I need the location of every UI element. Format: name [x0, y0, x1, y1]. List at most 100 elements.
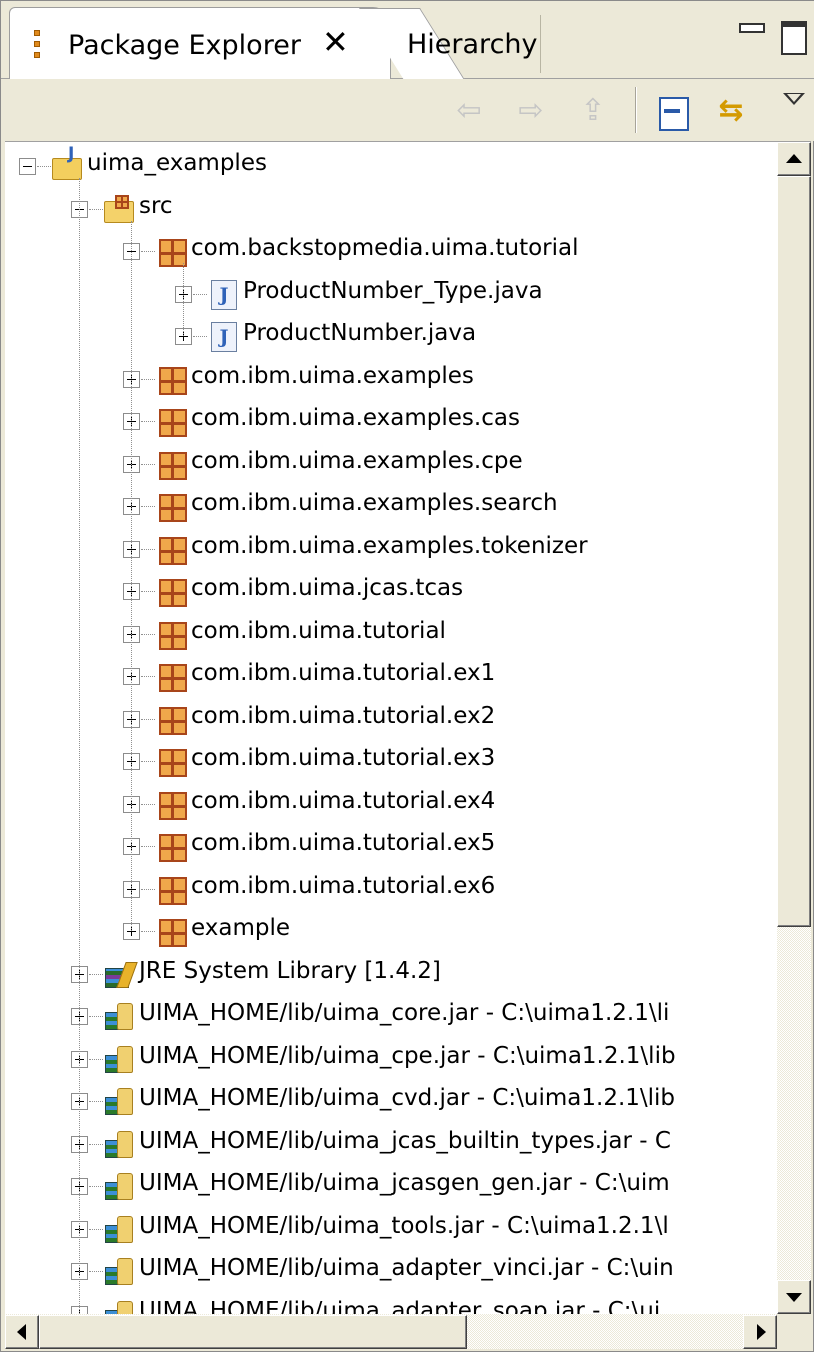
- tree-item[interactable]: com.ibm.uima.tutorial.ex5: [5, 824, 777, 866]
- tree-item[interactable]: com.ibm.uima.examples.search: [5, 484, 777, 526]
- tab-label: Hierarchy: [407, 29, 538, 60]
- collapse-icon[interactable]: [19, 158, 36, 175]
- maximize-icon[interactable]: [781, 19, 807, 55]
- scrollbar-corner: [777, 1314, 811, 1349]
- tree-item-label: example: [191, 915, 290, 941]
- tree-item[interactable]: uima_examples: [5, 144, 777, 186]
- tree-item[interactable]: UIMA_HOME/lib/uima_core.jar - C:\uima1.2…: [5, 994, 777, 1036]
- minimize-icon[interactable]: [739, 19, 765, 49]
- tree-item[interactable]: UIMA_HOME/lib/uima_adapter_vinci.jar - C…: [5, 1249, 777, 1291]
- tree-connector: [89, 973, 103, 975]
- scroll-up-button[interactable]: [777, 142, 811, 176]
- jar-icon: [103, 1130, 133, 1158]
- scroll-left-button[interactable]: [5, 1315, 39, 1349]
- tree-item-label: com.ibm.uima.tutorial.ex2: [191, 702, 496, 729]
- tree-item-label: com.ibm.uima.tutorial.ex6: [191, 872, 496, 899]
- package-icon: [155, 917, 187, 947]
- horizontal-scroll-thumb[interactable]: [39, 1315, 468, 1349]
- scroll-down-button[interactable]: [777, 1280, 811, 1314]
- close-icon[interactable]: ✕: [322, 26, 349, 58]
- tree-item[interactable]: com.ibm.uima.examples.cpe: [5, 442, 777, 484]
- tab-package-explorer[interactable]: Package Explorer ✕: [9, 7, 391, 79]
- tree-item[interactable]: com.ibm.uima.tutorial.ex6: [5, 867, 777, 909]
- tree-connector: [141, 463, 155, 465]
- tree-item[interactable]: com.ibm.uima.examples: [5, 357, 777, 399]
- package-icon: [155, 747, 187, 777]
- scroll-right-button[interactable]: [743, 1315, 777, 1349]
- tree-item[interactable]: com.ibm.uima.jcas.tcas: [5, 569, 777, 611]
- tree-item[interactable]: com.ibm.uima.tutorial.ex1: [5, 654, 777, 696]
- tree-item-label: com.ibm.uima.tutorial.ex1: [191, 660, 496, 686]
- jar-icon: [103, 1257, 133, 1285]
- src-icon: [103, 194, 134, 223]
- tree-item[interactable]: com.ibm.uima.tutorial.ex3: [5, 739, 777, 781]
- tree-connector: [141, 846, 155, 847]
- package-explorer-view: Package Explorer ✕ Hierarchy ⇦ ⇨ ⇪ ⇆ uim…: [0, 0, 814, 1352]
- tree-item-label: UIMA_HOME/lib/uima_adapter_soap.jar - C:…: [139, 1297, 661, 1315]
- tree-item[interactable]: UIMA_HOME/lib/uima_adapter_soap.jar - C:…: [5, 1292, 777, 1315]
- tab-hierarchy[interactable]: Hierarchy: [389, 7, 541, 79]
- tree-item-label: com.ibm.uima.examples: [191, 362, 474, 389]
- tree-connector: [193, 336, 207, 337]
- tree-connector: [141, 803, 155, 805]
- tree-item-label: com.ibm.uima.examples.cpe: [191, 447, 523, 474]
- package-icon: [155, 237, 187, 267]
- tree-connector: [141, 718, 155, 720]
- jar-icon: [103, 1087, 133, 1115]
- up-level-icon[interactable]: ⇪: [573, 91, 613, 131]
- jar-icon: [103, 1215, 133, 1243]
- tree-connector: [141, 548, 155, 550]
- down-arrow-icon: [786, 1293, 802, 1302]
- up-arrow-icon: [786, 154, 802, 163]
- tree-item[interactable]: UIMA_HOME/lib/uima_jcasgen_gen.jar - C:\…: [5, 1164, 777, 1206]
- tree-connector: [89, 208, 103, 210]
- tree-guide-line: [79, 178, 80, 1314]
- tree-item-label: src: [139, 192, 173, 219]
- tree-connector: [89, 1271, 103, 1272]
- tree-connector: [141, 591, 155, 592]
- vertical-scrollbar[interactable]: [777, 142, 811, 1314]
- tree-item[interactable]: JRE System Library [1.4.2]: [5, 952, 777, 994]
- tree-item[interactable]: UIMA_HOME/lib/uima_tools.jar - C:\uima1.…: [5, 1207, 777, 1249]
- tree-connector: [89, 1016, 103, 1017]
- tree-item[interactable]: UIMA_HOME/lib/uima_cpe.jar - C:\uima1.2.…: [5, 1037, 777, 1079]
- tree-item[interactable]: example: [5, 909, 777, 951]
- back-arrow-icon[interactable]: ⇦: [449, 91, 489, 131]
- tree-connector: [141, 251, 155, 252]
- tree-connector: [141, 761, 155, 762]
- tree-item[interactable]: ProductNumber.java: [5, 314, 777, 356]
- forward-arrow-icon[interactable]: ⇨: [511, 91, 551, 131]
- tree-connector: [193, 293, 207, 295]
- tree-item[interactable]: com.ibm.uima.tutorial.ex4: [5, 782, 777, 824]
- tree-item[interactable]: com.ibm.uima.tutorial.ex2: [5, 697, 777, 739]
- collapse-all-icon[interactable]: [653, 91, 693, 131]
- tree-item[interactable]: com.ibm.uima.examples.tokenizer: [5, 527, 777, 569]
- link-with-editor-icon[interactable]: ⇆: [711, 91, 751, 131]
- tree-item-label: com.ibm.uima.tutorial: [191, 617, 446, 644]
- package-icon: [155, 662, 187, 692]
- package-icon: [155, 620, 187, 650]
- tree-item-label: UIMA_HOME/lib/uima_tools.jar - C:\uima1.…: [139, 1212, 669, 1239]
- tree-item[interactable]: com.backstopmedia.uima.tutorial: [5, 229, 777, 271]
- tree-connector: [89, 1143, 103, 1145]
- view-menu-icon[interactable]: [775, 91, 814, 131]
- tree-item[interactable]: com.ibm.uima.examples.cas: [5, 399, 777, 441]
- tree-guide-line: [131, 220, 132, 931]
- tree-item[interactable]: ProductNumber_Type.java: [5, 272, 777, 314]
- horizontal-scrollbar[interactable]: [5, 1314, 811, 1349]
- tree-item-label: com.ibm.uima.tutorial.ex5: [191, 830, 496, 856]
- tree-item[interactable]: src: [5, 187, 777, 229]
- tree-item[interactable]: com.ibm.uima.tutorial: [5, 612, 777, 654]
- tab-strip: Package Explorer ✕ Hierarchy: [1, 1, 814, 79]
- tab-separator: [540, 15, 541, 73]
- left-arrow-icon: [17, 1324, 26, 1340]
- package-explorer-icon: [30, 30, 46, 60]
- tree-item-label: JRE System Library [1.4.2]: [139, 957, 441, 984]
- tree-item-label: UIMA_HOME/lib/uima_jcas_builtin_types.ja…: [139, 1127, 671, 1154]
- project-icon: [51, 144, 82, 180]
- tree-item-label: com.ibm.uima.examples.cas: [191, 405, 520, 431]
- tree-item[interactable]: UIMA_HOME/lib/uima_jcas_builtin_types.ja…: [5, 1122, 777, 1164]
- java-icon: [207, 279, 237, 310]
- tree-item[interactable]: UIMA_HOME/lib/uima_cvd.jar - C:\uima1.2.…: [5, 1079, 777, 1121]
- vertical-scroll-thumb[interactable]: [777, 176, 811, 927]
